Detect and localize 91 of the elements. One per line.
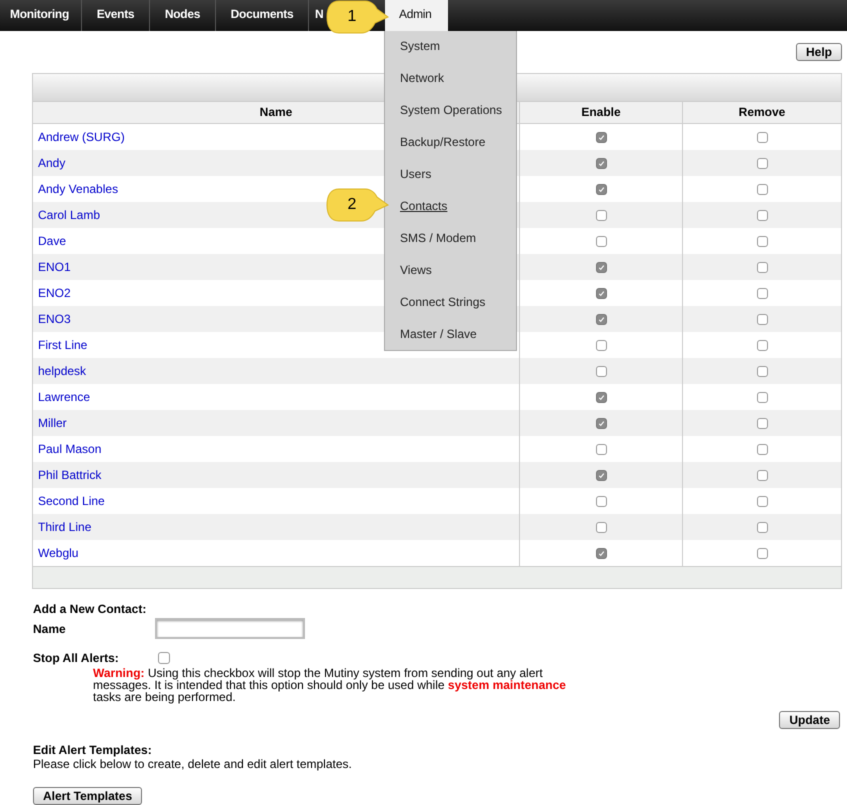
contact-link[interactable]: Andrew (SURG) [38, 130, 125, 144]
contact-link[interactable]: Andy [38, 156, 66, 170]
remove-checkbox[interactable] [756, 392, 768, 402]
menu-item[interactable]: Master / Slave [385, 320, 477, 352]
remove-checkbox[interactable] [756, 132, 768, 142]
checkmark-icon [596, 262, 606, 272]
instruction-text: Please click below to create, delete and edit alert templates. [33, 757, 353, 771]
contact-link[interactable]: Miller [38, 416, 67, 430]
contact-link[interactable]: Webglu [38, 546, 78, 560]
stop-alerts-checkbox[interactable] [158, 652, 170, 664]
column-header: Remove [738, 105, 786, 119]
callout-tooltip: 2 [325, 187, 389, 223]
remove-checkbox[interactable] [756, 496, 768, 506]
remove-checkbox[interactable] [756, 548, 768, 558]
remove-checkbox[interactable] [756, 184, 768, 194]
checkmark-icon [596, 470, 606, 480]
contact-link[interactable]: Lawrence [38, 390, 90, 404]
menu-item[interactable]: System [385, 32, 440, 64]
checkmark-icon [596, 184, 606, 194]
nav-tab[interactable]: Monitoring [0, 0, 82, 31]
remove-checkbox[interactable] [756, 236, 768, 246]
enable-checkbox[interactable] [596, 314, 606, 324]
checkmark-icon [596, 418, 606, 428]
warning-text: Warning: Using this checkbox will stop the Mutiny system from sending out any alert messages. It is intended that this option should only be used while system maintenance tasks are being performed. [93, 667, 567, 703]
alert-templates-button[interactable]: Alert Templates [33, 787, 142, 805]
contact-link[interactable]: Andy Venables [38, 182, 118, 196]
remove-checkbox[interactable] [756, 340, 768, 350]
menu-item[interactable]: Connect Strings [385, 288, 486, 320]
remove-checkbox[interactable] [756, 288, 768, 298]
enable-checkbox[interactable] [596, 496, 606, 506]
remove-checkbox[interactable] [756, 444, 768, 454]
nav-tab[interactable]: Nodes [150, 0, 216, 31]
enable-checkbox[interactable] [596, 132, 606, 142]
enable-checkbox[interactable] [596, 210, 606, 220]
enable-checkbox[interactable] [596, 262, 606, 272]
enable-checkbox[interactable] [596, 158, 606, 168]
checkmark-icon [596, 288, 606, 298]
menu-item[interactable]: System Operations [385, 96, 502, 128]
column-header: Enable [581, 105, 621, 119]
checkmark-icon [596, 392, 606, 402]
enable-checkbox[interactable] [596, 340, 606, 350]
name-field[interactable] [155, 618, 305, 639]
enable-checkbox[interactable] [596, 418, 606, 428]
menu-item[interactable]: Views [385, 256, 432, 288]
field-label: Name [33, 622, 67, 636]
enable-checkbox[interactable] [596, 522, 606, 532]
enable-checkbox[interactable] [596, 444, 606, 454]
enable-checkbox[interactable] [596, 288, 606, 298]
enable-checkbox[interactable] [596, 470, 606, 480]
section-heading: Edit Alert Templates: [33, 743, 153, 757]
enable-checkbox[interactable] [596, 366, 606, 376]
contact-link[interactable]: Paul Mason [38, 442, 102, 456]
contact-link[interactable]: ENO3 [38, 312, 71, 326]
remove-checkbox[interactable] [756, 418, 768, 428]
checkmark-icon [596, 132, 606, 142]
menu-item[interactable]: SMS / Modem [385, 224, 476, 256]
contact-link[interactable]: ENO2 [38, 286, 71, 300]
remove-checkbox[interactable] [756, 158, 768, 168]
contact-link[interactable]: Phil Battrick [38, 468, 102, 482]
menu-item[interactable]: Network [385, 64, 444, 96]
contact-link[interactable]: Third Line [38, 520, 92, 534]
remove-checkbox[interactable] [756, 366, 768, 376]
help-button[interactable]: Help [796, 43, 842, 61]
enable-checkbox[interactable] [596, 548, 606, 558]
nav-tab[interactable]: Events [82, 0, 150, 31]
nav-tab[interactable]: Admin [385, 0, 448, 31]
section-heading: Add a New Contact: [33, 601, 148, 618]
contact-link[interactable]: Dave [38, 234, 66, 248]
menu-item[interactable]: Backup/Restore [385, 128, 486, 160]
contact-link[interactable]: Carol Lamb [38, 208, 100, 222]
field-label: Stop All Alerts: [33, 651, 120, 665]
enable-checkbox[interactable] [596, 236, 606, 246]
contact-link[interactable]: helpdesk [38, 364, 86, 378]
remove-checkbox[interactable] [756, 314, 768, 324]
checkmark-icon [596, 548, 606, 558]
contact-link[interactable]: Second Line [38, 494, 105, 508]
remove-checkbox[interactable] [756, 262, 768, 272]
contact-link[interactable]: ENO1 [38, 260, 71, 274]
checkmark-icon [596, 158, 606, 168]
enable-checkbox[interactable] [596, 392, 606, 402]
contact-link[interactable]: First Line [38, 338, 88, 352]
update-button[interactable]: Update [779, 711, 840, 729]
remove-checkbox[interactable] [756, 470, 768, 480]
nav-tab[interactable]: Documents [216, 0, 309, 31]
enable-checkbox[interactable] [596, 184, 606, 194]
column-header: Name [260, 105, 292, 119]
checkmark-icon [596, 314, 606, 324]
remove-checkbox[interactable] [756, 210, 768, 220]
callout-tooltip: 1 [325, 0, 389, 35]
remove-checkbox[interactable] [756, 522, 768, 532]
nav-tab[interactable]: N [309, 0, 327, 31]
